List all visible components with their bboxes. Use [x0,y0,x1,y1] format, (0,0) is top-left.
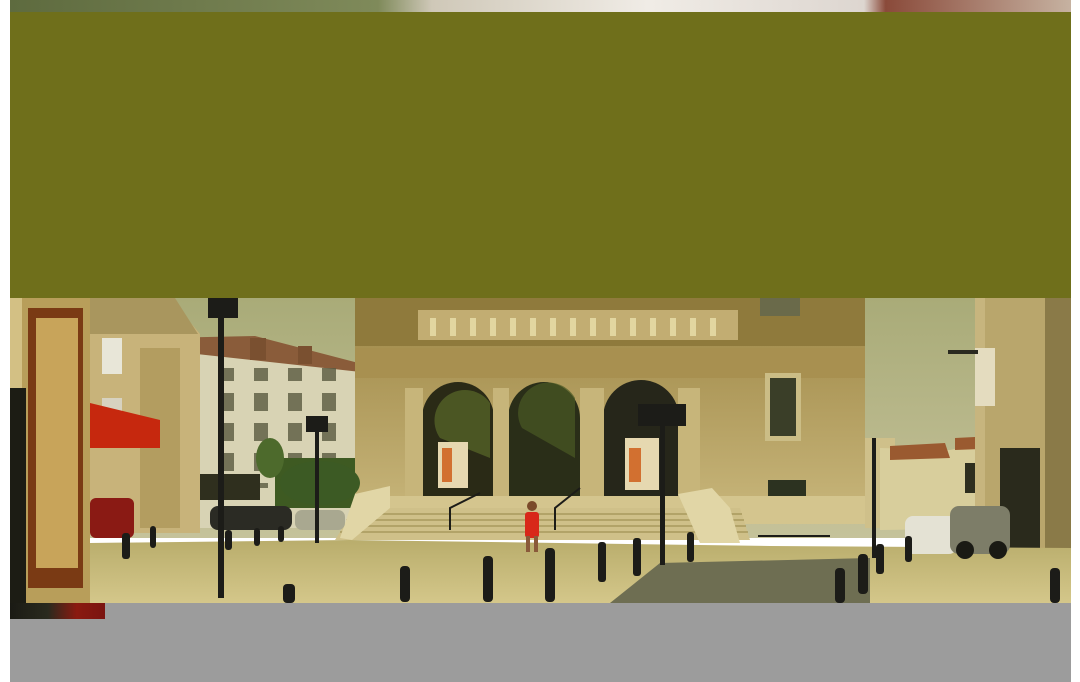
tree [256,438,284,478]
gray-band [10,603,1071,682]
hedge [280,461,360,505]
grand-building [355,298,865,524]
olive-overlay-block [10,12,1071,298]
top-photo-strip [0,0,1080,12]
photo-overflow-stub [10,603,105,619]
right-margin [1071,0,1080,682]
street-photo [10,298,1071,603]
corner-building [10,298,90,603]
yellow-building [88,298,200,533]
left-margin [0,0,10,682]
